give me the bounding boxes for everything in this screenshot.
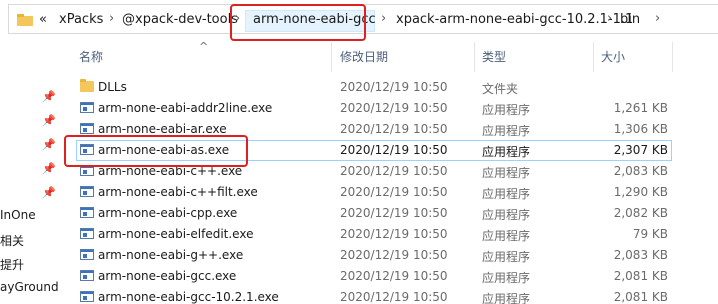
highlight-box-file [64,135,248,167]
list-item[interactable]: arm-none-eabi-gcc-10.2.1.exe 2020/12/19 … [76,287,672,304]
file-name: arm-none-eabi-cpp.exe [98,206,238,220]
file-name: arm-none-eabi-ar.exe [98,122,227,136]
executable-icon [80,228,94,239]
file-type: 应用程序 [482,208,531,222]
file-date: 2020/12/19 10:50 [340,101,448,115]
column-header-type[interactable]: 类型 [482,48,506,72]
nav-item-partial[interactable]: ayGround [0,280,59,294]
sort-ascending-icon: ^ [199,40,209,53]
file-size: 2,083 KB [613,248,668,262]
file-size: 1,261 KB [613,101,668,115]
file-type: 应用程序 [482,250,531,264]
list-item[interactable]: arm-none-eabi-addr2line.exe 2020/12/19 1… [76,98,672,119]
file-date: 2020/12/19 10:50 [340,80,448,94]
pin-icon[interactable]: 📌 [42,138,56,151]
executable-icon [80,102,94,113]
file-type: 应用程序 [482,103,531,117]
file-size: 2,307 KB [613,143,668,157]
folder-icon [80,79,94,92]
file-date: 2020/12/19 10:50 [340,143,448,157]
file-date: 2020/12/19 10:50 [340,122,448,136]
file-size: 2,082 KB [613,206,668,220]
file-type: 应用程序 [482,271,531,285]
breadcrumb-separator[interactable]: › [109,11,114,26]
breadcrumb-separator[interactable]: › [655,11,660,26]
column-header-modified[interactable]: 修改日期 [340,48,388,72]
executable-icon [80,249,94,260]
file-name: DLLs [98,80,127,94]
folder-icon [17,14,33,26]
list-item[interactable]: arm-none-eabi-cpp.exe 2020/12/19 10:50 应… [76,203,672,224]
column-header-size[interactable]: 大小 [601,48,625,72]
breadcrumb-separator[interactable]: › [607,11,612,26]
file-type: 应用程序 [482,166,531,180]
breadcrumb-separator[interactable]: › [381,11,386,26]
file-date: 2020/12/19 10:50 [340,290,448,304]
pin-icon[interactable]: 📌 [42,90,56,103]
list-item[interactable]: arm-none-eabi-g++.exe 2020/12/19 10:50 应… [76,245,672,266]
file-name: arm-none-eabi-gcc-10.2.1.exe [98,290,279,304]
file-type: 应用程序 [482,124,531,138]
column-divider[interactable] [593,42,594,72]
list-item-folder[interactable]: DLLs 2020/12/19 10:50 文件夹 [76,77,672,98]
column-divider[interactable] [474,42,475,72]
overflow-chevron[interactable]: « [39,12,47,27]
file-type: 文件夹 [482,82,519,96]
nav-item-partial[interactable]: InOne [0,208,36,222]
executable-icon [80,270,94,281]
file-date: 2020/12/19 10:50 [340,164,448,178]
executable-icon [80,291,94,302]
pin-icon[interactable]: 📌 [42,114,56,127]
file-type: 应用程序 [482,187,531,201]
file-date: 2020/12/19 10:50 [340,206,448,220]
file-name: arm-none-eabi-elfedit.exe [98,227,254,241]
breadcrumb-xpacks[interactable]: xPacks [59,12,103,27]
file-type: 应用程序 [482,292,531,304]
file-size: 2,083 KB [613,164,668,178]
file-date: 2020/12/19 10:50 [340,269,448,283]
file-date: 2020/12/19 10:50 [340,248,448,262]
column-header-name[interactable]: 名称 [79,48,103,72]
list-item[interactable]: arm-none-eabi-gcc.exe 2020/12/19 10:50 应… [76,266,672,287]
file-size: 2,081 KB [613,269,668,283]
pin-icon[interactable]: 📌 [42,186,56,199]
breadcrumb-xpack-version[interactable]: xpack-arm-none-eabi-gcc-10.2.1-1.1 [396,12,633,27]
file-size: 79 KB [632,227,668,241]
nav-item-partial[interactable]: 相关 [0,232,24,249]
highlight-box-breadcrumb [230,4,366,41]
list-item[interactable]: arm-none-eabi-c++filt.exe 2020/12/19 10:… [76,182,672,203]
executable-icon [80,123,94,134]
breadcrumb-bin[interactable]: bin [620,12,640,27]
column-divider[interactable] [672,42,673,72]
executable-icon [80,207,94,218]
breadcrumb-xpack-dev-tools[interactable]: @xpack-dev-tools [122,12,238,27]
file-type: 应用程序 [482,145,531,159]
list-item[interactable]: arm-none-eabi-elfedit.exe 2020/12/19 10:… [76,224,672,245]
navigation-pane: 📌 📌 📌 📌 📌 InOne 相关 提升 ayGround [0,36,60,304]
file-name: arm-none-eabi-gcc.exe [98,269,237,283]
file-size: 2,081 KB [613,290,668,304]
file-name: arm-none-eabi-g++.exe [98,248,244,262]
file-date: 2020/12/19 10:50 [340,227,448,241]
file-type: 应用程序 [482,229,531,243]
executable-icon [80,186,94,197]
file-name: arm-none-eabi-addr2line.exe [98,101,273,115]
file-size: 1,306 KB [613,122,668,136]
pin-icon[interactable]: 📌 [42,162,56,175]
nav-item-partial[interactable]: 提升 [0,256,24,273]
file-name: arm-none-eabi-c++filt.exe [98,185,258,199]
column-divider[interactable] [331,42,332,72]
file-date: 2020/12/19 10:50 [340,185,448,199]
file-size: 1,290 KB [613,185,668,199]
